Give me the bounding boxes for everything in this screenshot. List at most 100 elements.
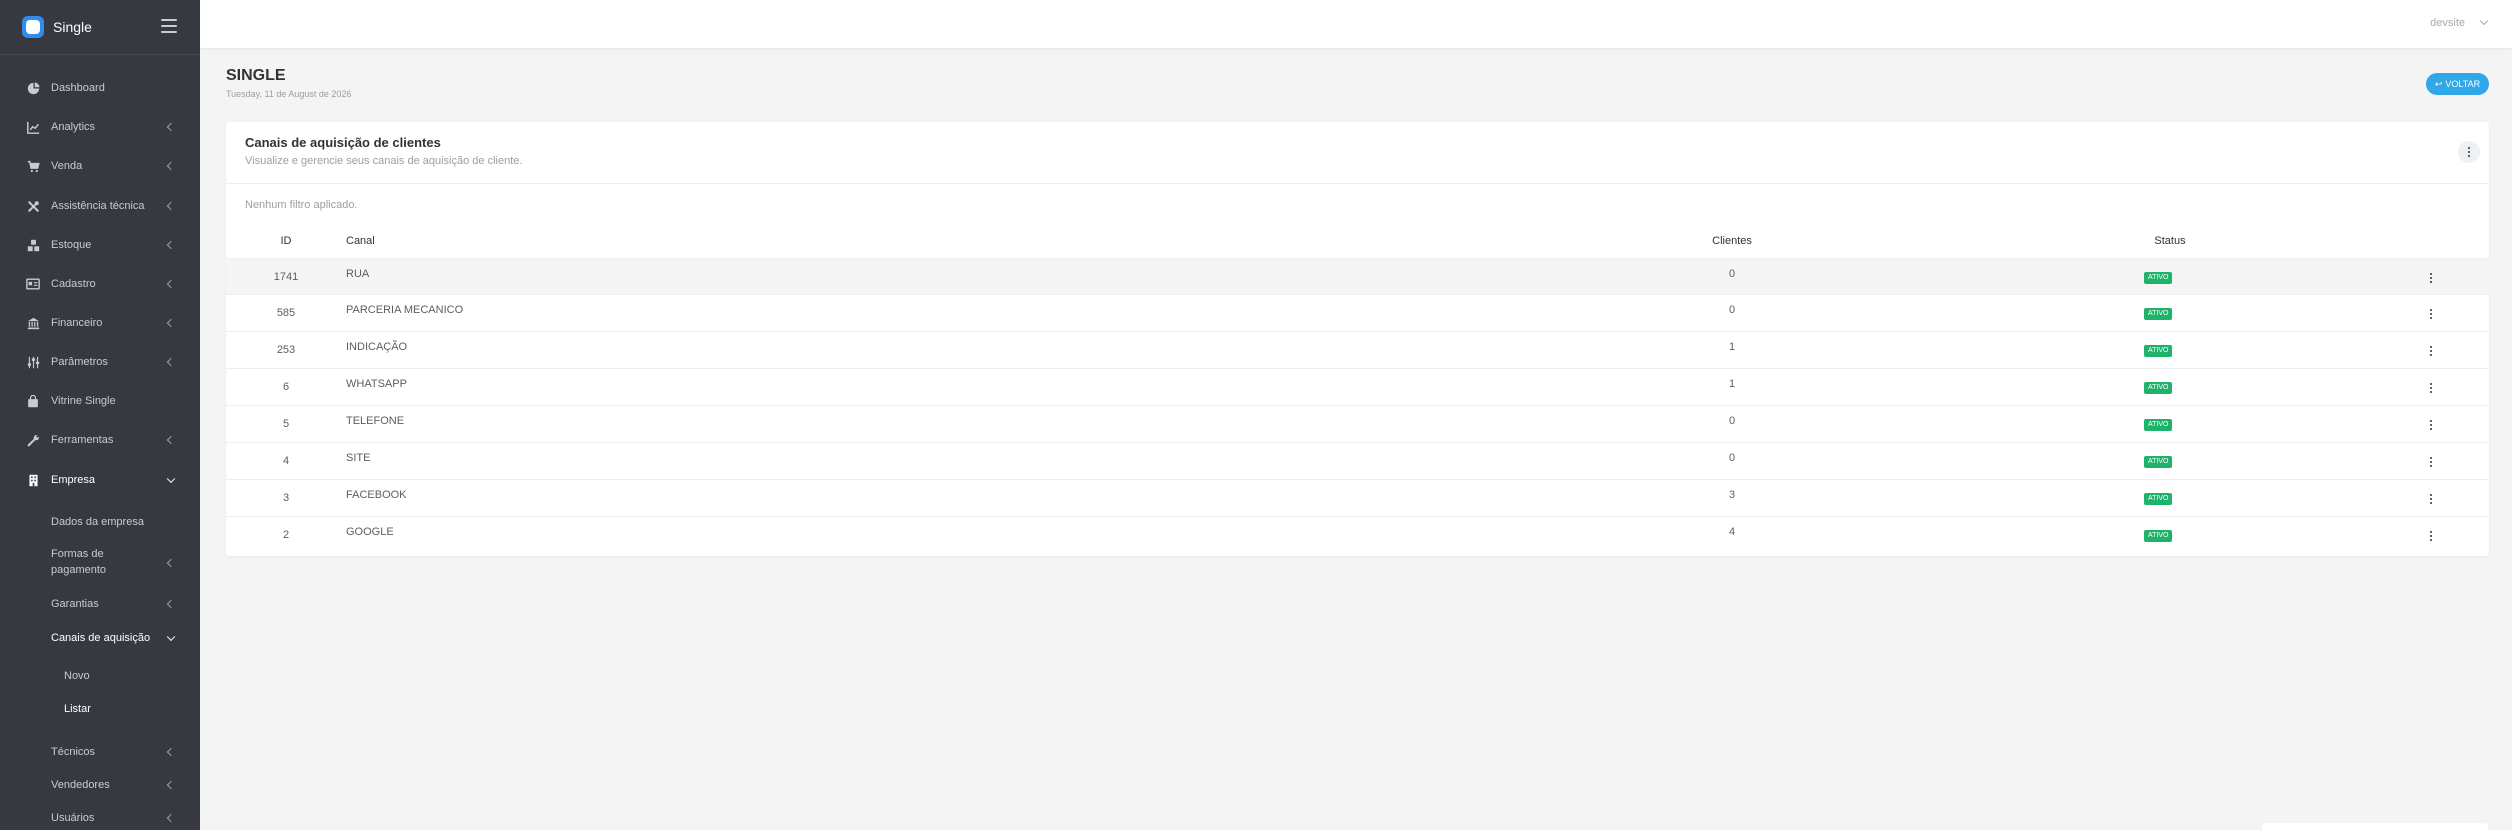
sidebar-item-venda[interactable]: Venda (0, 151, 200, 181)
cell-clientes: 4 (1728, 526, 1736, 538)
menu-toggle-icon[interactable] (161, 19, 177, 33)
row-options-button[interactable] (2424, 343, 2438, 359)
sidebar-subitem-dados-da-empresa[interactable]: Dados da empresa (0, 514, 200, 530)
row-options-button[interactable] (2424, 380, 2438, 396)
sidebar-subitem-vendedores[interactable]: Vendedores (0, 777, 200, 793)
cell-id: 6 (282, 381, 290, 393)
chevron-down-icon (166, 474, 176, 484)
sidebar-item-ferramentas[interactable]: Ferramentas (0, 425, 200, 455)
chevron-left-icon (166, 747, 176, 757)
sidebar-subitem-label: Usuários (51, 812, 95, 824)
kebab-icon (2429, 419, 2433, 431)
sidebar-item-parametros[interactable]: Parâmetros (0, 347, 200, 377)
sidebar-item-analytics[interactable]: Analytics (0, 112, 200, 142)
status-badge: ATIVO (2144, 456, 2173, 468)
sidebar-item-label: Estoque (51, 239, 92, 251)
kebab-icon (2429, 382, 2433, 394)
cell-id: 4 (282, 455, 290, 467)
sidebar-item-empresa[interactable]: Empresa (0, 465, 200, 495)
sidebar-item-label: Assistência técnica (51, 200, 145, 212)
sidebar-subitem-label: Dados da empresa (51, 516, 144, 528)
table-row[interactable]: 585 PARCERIA MECANICO 0 ATIVO (226, 295, 2489, 332)
cell-clientes: 3 (1728, 489, 1736, 501)
row-options-button[interactable] (2424, 417, 2438, 433)
sidebar-subitem-listar[interactable]: Listar (0, 703, 200, 715)
row-options-button[interactable] (2424, 270, 2438, 286)
table-row[interactable]: 3 FACEBOOK 3 ATIVO (226, 480, 2489, 517)
sidebar-subitem-label: Listar (64, 703, 91, 715)
sidebar-subitem-tecnicos[interactable]: Técnicos (0, 744, 200, 760)
row-options-button[interactable] (2424, 454, 2438, 470)
sidebar-subitem-canais-de-aquisicao[interactable]: Canais de aquisição (0, 630, 200, 646)
table-row[interactable]: 6 WHATSAPP 1 ATIVO (226, 369, 2489, 406)
user-menu[interactable]: devsite (2430, 16, 2489, 29)
cell-canal: RUA (346, 268, 370, 280)
building-icon (26, 473, 40, 487)
sidebar-item-estoque[interactable]: Estoque (0, 230, 200, 260)
table-row[interactable]: 253 INDICAÇÃO 1 ATIVO (226, 332, 2489, 369)
shopping-bag-icon (26, 394, 40, 408)
row-options-button[interactable] (2424, 491, 2438, 507)
table-row[interactable]: 2 GOOGLE 4 ATIVO (226, 517, 2489, 554)
cell-clientes: 0 (1728, 452, 1736, 464)
sidebar-item-cadastro[interactable]: Cadastro (0, 269, 200, 299)
chevron-left-icon (166, 357, 176, 367)
back-button[interactable]: ↩ VOLTAR (2426, 73, 2489, 95)
cell-clientes: 0 (1728, 304, 1736, 316)
row-options-button[interactable] (2424, 528, 2438, 544)
cell-clientes: 1 (1728, 378, 1736, 390)
cell-id: 3 (282, 492, 290, 504)
table-row[interactable]: 4 SITE 0 ATIVO (226, 443, 2489, 480)
bottom-panel-tab[interactable] (2262, 823, 2488, 830)
sidebar-item-label: Financeiro (51, 317, 103, 329)
chevron-left-icon (166, 813, 176, 823)
cell-id: 253 (276, 344, 296, 356)
sidebar-subitem-usuarios[interactable]: Usuários (0, 810, 200, 826)
cell-canal: INDICAÇÃO (346, 341, 408, 353)
sidebar-item-financeiro[interactable]: Financeiro (0, 308, 200, 338)
sidebar-item-assistencia-tecnica[interactable]: Assistência técnica (0, 191, 200, 221)
sidebar-subitem-label: Garantias (51, 598, 99, 610)
column-header-clientes: Clientes (1712, 235, 1752, 247)
table-row[interactable]: 1741 RUA 0 ATIVO (226, 258, 2489, 295)
cell-canal: TELEFONE (346, 415, 405, 427)
id-card-icon (26, 277, 40, 291)
sidebar-item-label: Cadastro (51, 278, 96, 290)
chevron-left-icon (166, 318, 176, 328)
brand-name: Single (53, 19, 92, 35)
cell-canal: SITE (346, 452, 371, 464)
chevron-left-icon (166, 279, 176, 289)
sidebar-item-label: Dashboard (51, 82, 105, 94)
sidebar-subitem-garantias[interactable]: Garantias (0, 596, 200, 612)
kebab-icon (2429, 345, 2433, 357)
user-name: devsite (2430, 17, 2465, 29)
sidebar-item-label: Venda (51, 160, 83, 172)
sidebar-item-dashboard[interactable]: Dashboard (0, 73, 200, 103)
chevron-left-icon (166, 122, 176, 132)
cell-clientes: 1 (1728, 341, 1736, 353)
column-header-status: Status (2154, 235, 2186, 247)
cell-clientes: 0 (1728, 268, 1736, 280)
sidebar-subitem-label: Vendedores (51, 779, 110, 791)
page-date: Tuesday, 11 de August de 2026 (226, 89, 352, 99)
chevron-down-icon (166, 632, 176, 642)
filter-status: Nenhum filtro aplicado. (245, 199, 358, 211)
table-row[interactable]: 5 TELEFONE 0 ATIVO (226, 406, 2489, 443)
sidebar-item-vitrine-single[interactable]: Vitrine Single (0, 386, 200, 416)
line-chart-icon (26, 120, 40, 134)
status-badge: ATIVO (2144, 308, 2173, 320)
sidebar-subitem-label: Formas de pagamento (51, 548, 107, 576)
sidebar-item-label: Analytics (51, 121, 96, 133)
chevron-left-icon (166, 558, 176, 568)
back-button-label: VOLTAR (2445, 79, 2481, 89)
kebab-icon (2429, 530, 2433, 542)
topbar: devsite (200, 0, 2512, 48)
sidebar-subitem-novo[interactable]: Novo (0, 670, 200, 682)
divider (226, 183, 2489, 184)
kebab-icon (2467, 146, 2471, 158)
cell-canal: GOOGLE (346, 526, 394, 538)
card-options-button[interactable] (2458, 141, 2480, 163)
boxes-icon (26, 238, 40, 252)
row-options-button[interactable] (2424, 306, 2438, 322)
sidebar-subitem-formas-de-pagamento[interactable]: Formas de pagamento (0, 546, 200, 580)
